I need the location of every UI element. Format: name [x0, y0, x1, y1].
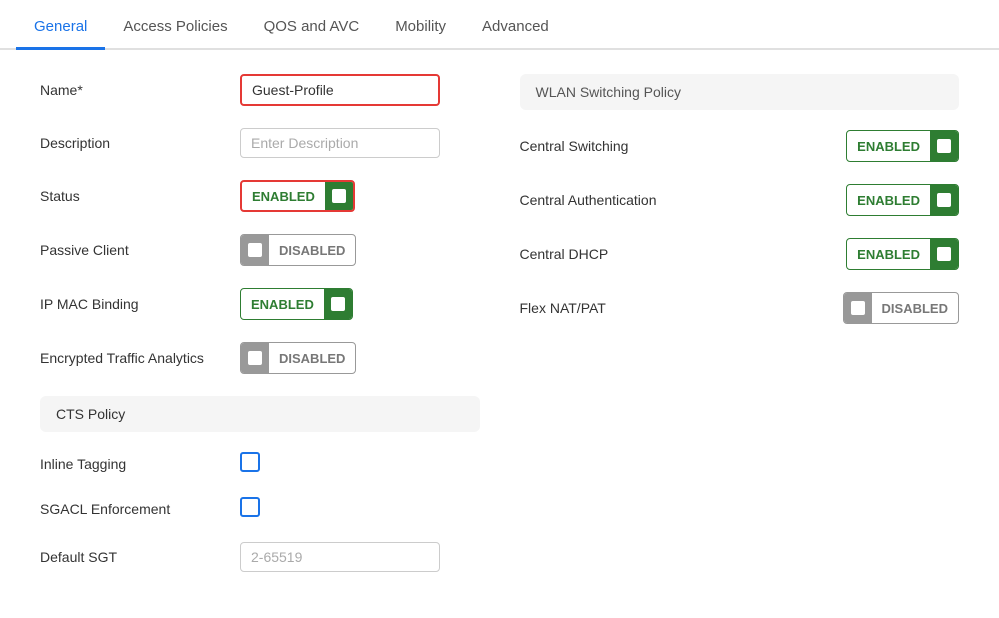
- ip-mac-label: IP MAC Binding: [40, 296, 240, 312]
- central-dhcp-toggle-label: ENABLED: [847, 239, 930, 269]
- ip-mac-row: IP MAC Binding ENABLED: [40, 288, 480, 320]
- default-sgt-control: [240, 542, 480, 572]
- tab-mobility[interactable]: Mobility: [377, 6, 464, 50]
- passive-client-control: DISABLED: [240, 234, 480, 266]
- ip-mac-indicator: [331, 297, 345, 311]
- central-auth-toggle[interactable]: ENABLED: [846, 184, 959, 216]
- description-control: [240, 128, 480, 158]
- left-panel: Name* Description Status ENABLED: [40, 74, 480, 594]
- central-auth-control: ENABLED: [846, 184, 959, 216]
- sgacl-checkbox[interactable]: [240, 497, 260, 517]
- passive-client-toggle-label: DISABLED: [269, 235, 355, 265]
- status-label: Status: [40, 188, 240, 204]
- eta-row: Encrypted Traffic Analytics DISABLED: [40, 342, 480, 374]
- right-panel: WLAN Switching Policy Central Switching …: [520, 74, 960, 594]
- central-auth-toggle-label: ENABLED: [847, 185, 930, 215]
- tab-access-policies[interactable]: Access Policies: [105, 6, 245, 50]
- name-label: Name*: [40, 82, 240, 98]
- central-dhcp-row: Central DHCP ENABLED: [520, 238, 960, 270]
- status-toggle-square: [325, 182, 353, 210]
- name-row: Name*: [40, 74, 480, 106]
- inline-tagging-checkbox[interactable]: [240, 452, 260, 472]
- central-switching-toggle-square: [930, 131, 958, 161]
- name-control: [240, 74, 480, 106]
- central-switching-label: Central Switching: [520, 138, 847, 154]
- sgacl-label: SGACL Enforcement: [40, 501, 240, 517]
- tab-advanced[interactable]: Advanced: [464, 6, 567, 50]
- flex-nat-row: Flex NAT/PAT DISABLED: [520, 292, 960, 324]
- flex-nat-control: DISABLED: [843, 292, 959, 324]
- tabs-bar: General Access Policies QOS and AVC Mobi…: [0, 0, 999, 50]
- central-dhcp-toggle[interactable]: ENABLED: [846, 238, 959, 270]
- flex-nat-toggle-square: [844, 293, 872, 323]
- passive-client-indicator: [248, 243, 262, 257]
- name-input[interactable]: [240, 74, 440, 106]
- status-control: ENABLED: [240, 180, 480, 212]
- eta-label: Encrypted Traffic Analytics: [40, 350, 240, 366]
- passive-client-toggle[interactable]: DISABLED: [240, 234, 356, 266]
- central-switching-toggle[interactable]: ENABLED: [846, 130, 959, 162]
- central-switching-toggle-label: ENABLED: [847, 131, 930, 161]
- passive-client-label: Passive Client: [40, 242, 240, 258]
- central-dhcp-toggle-square: [930, 239, 958, 269]
- description-input[interactable]: [240, 128, 440, 158]
- status-toggle-indicator: [332, 189, 346, 203]
- ip-mac-toggle[interactable]: ENABLED: [240, 288, 353, 320]
- description-row: Description: [40, 128, 480, 158]
- flex-nat-toggle-label: DISABLED: [872, 293, 958, 323]
- ip-mac-control: ENABLED: [240, 288, 480, 320]
- central-dhcp-control: ENABLED: [846, 238, 959, 270]
- flex-nat-label: Flex NAT/PAT: [520, 300, 843, 316]
- passive-client-toggle-square: [241, 235, 269, 265]
- passive-client-row: Passive Client DISABLED: [40, 234, 480, 266]
- status-toggle-label: ENABLED: [242, 182, 325, 210]
- status-toggle[interactable]: ENABLED: [240, 180, 355, 212]
- wlan-switching-title: WLAN Switching Policy: [520, 74, 960, 110]
- inline-tagging-row: Inline Tagging: [40, 452, 480, 475]
- central-switching-row: Central Switching ENABLED: [520, 130, 960, 162]
- flex-nat-indicator: [851, 301, 865, 315]
- inline-tagging-label: Inline Tagging: [40, 456, 240, 472]
- central-dhcp-indicator: [937, 247, 951, 261]
- ip-mac-toggle-square: [324, 289, 352, 319]
- flex-nat-toggle[interactable]: DISABLED: [843, 292, 959, 324]
- description-label: Description: [40, 135, 240, 151]
- central-auth-toggle-square: [930, 185, 958, 215]
- eta-control: DISABLED: [240, 342, 480, 374]
- sgacl-control: [240, 497, 480, 520]
- main-content: Name* Description Status ENABLED: [0, 50, 999, 618]
- default-sgt-label: Default SGT: [40, 549, 240, 565]
- tab-qos-avc[interactable]: QOS and AVC: [246, 6, 378, 50]
- default-sgt-row: Default SGT: [40, 542, 480, 572]
- eta-toggle-square: [241, 343, 269, 373]
- status-row: Status ENABLED: [40, 180, 480, 212]
- eta-toggle[interactable]: DISABLED: [240, 342, 356, 374]
- cts-policy-section: CTS Policy: [40, 396, 480, 432]
- ip-mac-toggle-label: ENABLED: [241, 289, 324, 319]
- central-auth-indicator: [937, 193, 951, 207]
- central-switching-control: ENABLED: [846, 130, 959, 162]
- sgacl-row: SGACL Enforcement: [40, 497, 480, 520]
- central-dhcp-label: Central DHCP: [520, 246, 847, 262]
- default-sgt-input[interactable]: [240, 542, 440, 572]
- eta-indicator: [248, 351, 262, 365]
- tab-general[interactable]: General: [16, 6, 105, 50]
- central-switching-indicator: [937, 139, 951, 153]
- central-auth-label: Central Authentication: [520, 192, 847, 208]
- inline-tagging-control: [240, 452, 480, 475]
- eta-toggle-label: DISABLED: [269, 343, 355, 373]
- central-auth-row: Central Authentication ENABLED: [520, 184, 960, 216]
